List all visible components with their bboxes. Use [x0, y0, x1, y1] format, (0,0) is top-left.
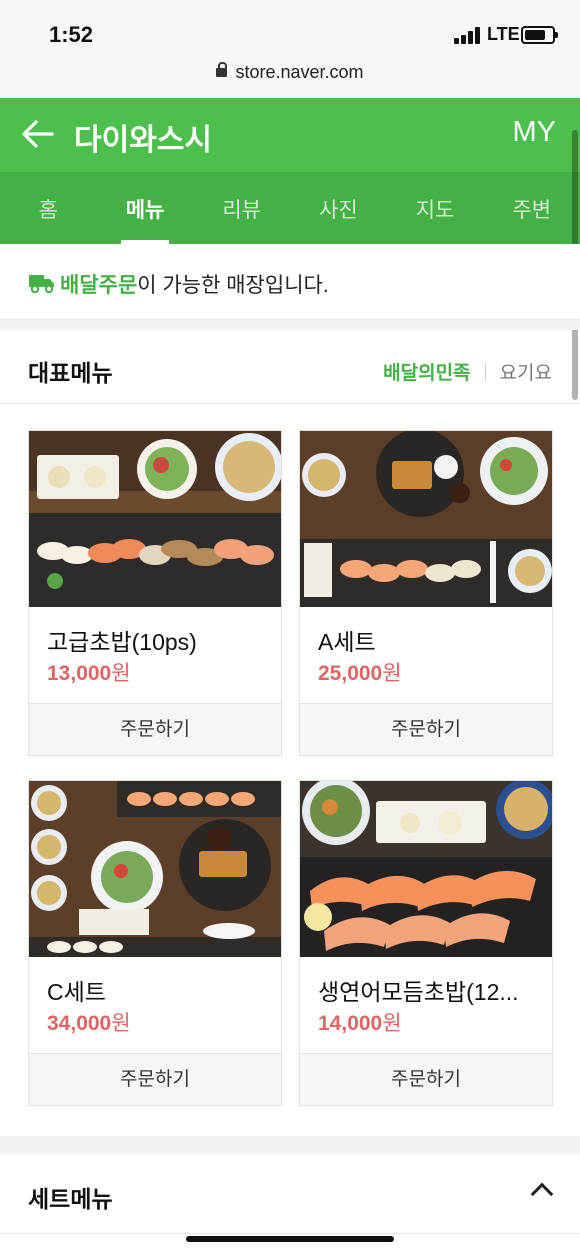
menu-name: 고급초밥(10ps): [47, 629, 197, 655]
notice-text: 배달주문이 가능한 매장입니다.: [60, 269, 329, 299]
section-divider: [0, 320, 580, 330]
url-text: store.naver.com: [235, 62, 364, 82]
link-divider: [484, 362, 486, 381]
menu-price: 13,000원: [47, 657, 131, 687]
order-button[interactable]: 주문하기: [29, 1053, 281, 1105]
signal-icon: [454, 27, 480, 44]
clock: 1:52: [49, 22, 94, 47]
tab-photo[interactable]: 사진: [290, 172, 387, 244]
battery-icon: [521, 26, 558, 44]
baemin-link[interactable]: 배달의민족: [383, 358, 470, 385]
store-header: 다이와스시 MY: [0, 98, 580, 172]
notice-highlight: 배달주문: [60, 274, 138, 297]
section-divider: [0, 1136, 580, 1154]
menu-name: A세트: [318, 629, 376, 655]
price-value: 14,000: [318, 1012, 383, 1035]
food-photo: [300, 781, 552, 957]
network-label: LTE: [487, 24, 520, 44]
menu-price: 14,000원: [318, 1007, 402, 1037]
set-menu-header[interactable]: 세트메뉴: [0, 1154, 580, 1234]
menu-card[interactable]: A세트 25,000원 주문하기: [299, 430, 553, 756]
yogiyo-link[interactable]: 요기요: [500, 358, 552, 385]
menu-card[interactable]: C세트 34,000원 주문하기: [28, 780, 282, 1106]
food-photo: [29, 431, 281, 607]
lock-icon: [216, 62, 228, 77]
address-bar[interactable]: store.naver.com: [0, 62, 580, 83]
home-indicator[interactable]: [186, 1236, 394, 1242]
tab-menu[interactable]: 메뉴: [97, 172, 194, 244]
delivery-notice: 배달주문이 가능한 매장입니다.: [0, 244, 580, 320]
food-photo: [29, 781, 281, 957]
tab-bar: 홈 메뉴 리뷰 사진 지도 주변: [0, 172, 580, 244]
price-value: 13,000: [47, 662, 112, 685]
menu-name: C세트: [47, 979, 106, 1005]
price-currency: 원: [382, 662, 402, 685]
menu-card[interactable]: 생연어모듬초밥(12... 14,000원 주문하기: [299, 780, 553, 1106]
store-title: 다이와스시: [74, 124, 212, 157]
menu-price: 25,000원: [318, 657, 402, 687]
price-currency: 원: [111, 1012, 131, 1035]
menu-card[interactable]: 고급초밥(10ps) 13,000원 주문하기: [28, 430, 282, 756]
my-button[interactable]: MY: [513, 116, 557, 149]
price-value: 25,000: [318, 662, 383, 685]
delivery-platform-links: 배달의민족 요기요: [383, 358, 552, 385]
order-button[interactable]: 주문하기: [300, 1053, 552, 1105]
price-value: 34,000: [47, 1012, 112, 1035]
tab-review[interactable]: 리뷰: [193, 172, 290, 244]
featured-menu-title: 대표메뉴: [28, 360, 113, 386]
menu-price: 34,000원: [47, 1007, 131, 1037]
menu-name: 생연어모듬초밥(12...: [318, 979, 519, 1005]
order-button[interactable]: 주문하기: [300, 703, 552, 755]
price-currency: 원: [111, 662, 131, 685]
tab-nearby[interactable]: 주변: [483, 172, 580, 244]
order-button[interactable]: 주문하기: [29, 703, 281, 755]
delivery-truck-icon: [29, 275, 54, 294]
price-currency: 원: [382, 1012, 402, 1035]
tab-home[interactable]: 홈: [0, 172, 97, 244]
chevron-up-icon[interactable]: [530, 1182, 554, 1206]
status-bar: 1:52 LTE store.naver.com: [0, 0, 580, 98]
tab-map[interactable]: 지도: [387, 172, 484, 244]
back-arrow-icon[interactable]: [20, 116, 56, 152]
featured-menu-header: 대표메뉴 배달의민족 요기요: [0, 330, 580, 404]
notice-rest: 이 가능한 매장입니다.: [137, 274, 329, 297]
food-photo: [300, 431, 552, 607]
set-menu-title: 세트메뉴: [28, 1186, 113, 1212]
